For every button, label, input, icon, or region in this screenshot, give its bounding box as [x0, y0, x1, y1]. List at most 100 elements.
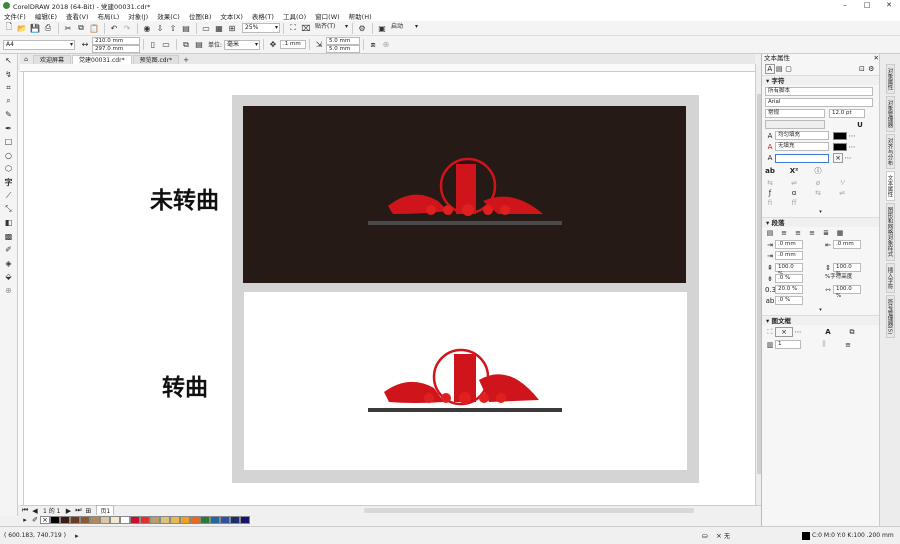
menu-tools[interactable]: 工具(O) — [283, 11, 306, 21]
horizontal-scrollbar[interactable] — [364, 508, 695, 513]
menu-window[interactable]: 窗口(W) — [315, 11, 340, 21]
color-swatch[interactable] — [200, 516, 210, 524]
horizontal-ruler[interactable] — [20, 64, 755, 72]
opentype-icon-4[interactable]: ⅟ — [837, 179, 847, 187]
ellipse-tool-icon[interactable]: ○ — [2, 149, 16, 162]
palette-left-arrow-icon[interactable]: ▸ — [20, 516, 30, 524]
paragraph-mode-icon[interactable]: ▤ — [775, 65, 784, 73]
interactive-fill-icon[interactable]: ◈ — [2, 257, 16, 270]
font-style-select[interactable]: 常规 — [765, 109, 825, 118]
crop-tool-icon[interactable]: ⌗ — [2, 81, 16, 94]
unit-select[interactable]: 毫米 — [224, 39, 261, 50]
smart-fill-icon[interactable]: ⬙ — [2, 270, 16, 283]
light-artwork-panel[interactable] — [244, 292, 687, 470]
open-folder-icon[interactable]: 📂 — [16, 23, 28, 34]
maximize-button[interactable]: □ — [856, 0, 878, 11]
opentype-icon-6[interactable]: ɑ — [789, 189, 799, 197]
first-line-indent-input[interactable]: .0 mm — [833, 240, 861, 249]
color-swatch[interactable] — [240, 516, 250, 524]
color-swatch[interactable] — [80, 516, 90, 524]
rulers-icon[interactable]: ▦ — [213, 23, 225, 34]
first-page-icon[interactable]: ⏮ — [20, 506, 30, 515]
page-as-object-icon[interactable]: ⧈ — [367, 39, 379, 50]
background-fill-type-select[interactable]: 无填充 — [775, 142, 829, 151]
docker-settings-icon[interactable]: ⚙ — [867, 65, 876, 73]
dark-artwork-panel[interactable] — [243, 106, 686, 283]
color-swatch[interactable] — [60, 516, 70, 524]
launch-icon[interactable]: ▣ — [376, 23, 388, 34]
color-swatch[interactable] — [190, 516, 200, 524]
para-section-header[interactable]: ▾ 段落 — [762, 217, 879, 227]
page-size-select[interactable]: A4 — [3, 39, 75, 50]
zoom-level-select[interactable]: 25% — [242, 23, 280, 33]
before-spacing-input[interactable]: 100.0 % — [775, 263, 803, 277]
char-section-header[interactable]: ▾ 字符 — [762, 75, 879, 85]
eyedropper-icon[interactable]: ✐ — [2, 243, 16, 256]
ligatures-icon[interactable]: ab — [765, 167, 775, 175]
side-tab-object-manager[interactable]: 对象管理器 — [885, 96, 895, 132]
color-swatch[interactable] — [100, 516, 110, 524]
color-swatch[interactable] — [50, 516, 60, 524]
text-fill-swatch[interactable] — [833, 131, 847, 140]
font-size-input[interactable]: 12.0 pt — [829, 109, 865, 118]
menu-bitmaps[interactable]: 位图(B) — [189, 11, 212, 21]
underline-icon[interactable]: U — [855, 121, 865, 129]
print-icon[interactable]: ⎙ — [42, 23, 54, 34]
add-tool-icon[interactable]: ⊕ — [2, 284, 16, 297]
vertical-align-icon[interactable]: ≡ — [843, 341, 853, 349]
add-tab-icon[interactable]: + — [180, 55, 192, 64]
undo-icon[interactable]: ↶ — [108, 23, 120, 34]
right-indent-input[interactable]: .0 mm — [775, 251, 803, 260]
color-swatch[interactable] — [230, 516, 240, 524]
next-page-icon[interactable]: ▶ — [63, 507, 73, 515]
save-icon[interactable]: 💾 — [29, 23, 41, 34]
paste-icon[interactable]: 📋 — [88, 23, 100, 34]
opentype-icon-9[interactable]: fi — [765, 199, 775, 207]
language-spacing-input[interactable]: 20.0 % — [775, 285, 803, 294]
rectangle-tool-icon[interactable]: □ — [2, 135, 16, 148]
polygon-tool-icon[interactable]: ⬡ — [2, 162, 16, 175]
align-justify-icon[interactable]: ≣ — [821, 229, 831, 237]
options-gear-icon[interactable]: ⚙ — [356, 23, 368, 34]
docker-options-icon[interactable]: ⊡ — [857, 65, 866, 73]
character-mode-icon[interactable]: A — [765, 64, 775, 74]
align-force-icon[interactable]: ▦ — [835, 229, 845, 237]
left-indent-input[interactable]: .0 mm — [775, 240, 803, 249]
label-converted[interactable]: 转曲 — [162, 368, 208, 402]
page-width-input[interactable]: 210.0 mm — [92, 36, 140, 45]
frame-wrap-icon[interactable]: ⧉ — [847, 328, 857, 337]
menu-text[interactable]: 文本(X) — [220, 11, 243, 21]
menu-view[interactable]: 查看(V) — [66, 11, 89, 21]
color-swatch[interactable] — [160, 516, 170, 524]
label-not-converted[interactable]: 未转曲 — [150, 181, 219, 215]
frame-section-header[interactable]: ▾ 图文框 — [762, 315, 879, 325]
export-icon[interactable]: ⇧ — [167, 23, 179, 34]
align-none-icon[interactable]: ▤ — [765, 229, 775, 237]
color-swatch[interactable] — [170, 516, 180, 524]
opentype-icon-2[interactable]: ⇌ — [789, 179, 799, 187]
menu-help[interactable]: 帮助(H) — [349, 11, 372, 21]
menu-file[interactable]: 文件(F) — [4, 11, 26, 21]
align-right-icon[interactable]: ≡ — [807, 229, 817, 237]
color-swatch[interactable] — [150, 516, 160, 524]
menu-table[interactable]: 表格(T) — [252, 11, 274, 21]
duplicate-y-input[interactable]: 5.0 mm — [326, 44, 361, 53]
menu-object[interactable]: 对象(J) — [128, 11, 148, 21]
copy-icon[interactable]: ⧉ — [75, 23, 87, 34]
current-page-icon[interactable]: ▤ — [193, 39, 205, 50]
snap-to-select[interactable]: 贴齐(T) — [313, 23, 349, 33]
frame-text-icon[interactable]: A — [823, 328, 833, 336]
background-fill-settings-icon[interactable]: ⋯ — [847, 143, 857, 151]
menu-effects[interactable]: 效果(C) — [157, 11, 180, 21]
parallel-dimension-icon[interactable]: ⟋ — [2, 189, 16, 202]
align-center-icon[interactable]: ≡ — [793, 229, 803, 237]
tabs-home-icon[interactable]: ⌂ — [20, 55, 32, 64]
publish-pdf-icon[interactable]: ▤ — [180, 23, 192, 34]
side-tab-insert-character[interactable]: 插入字符 — [885, 262, 895, 293]
text-fill-settings-icon[interactable]: ⋯ — [847, 132, 857, 140]
shape-tool-icon[interactable]: ↯ — [2, 68, 16, 81]
close-button[interactable]: ✕ — [878, 0, 900, 11]
script-select[interactable]: 所有脚本 — [765, 87, 873, 96]
color-swatch[interactable] — [130, 516, 140, 524]
color-swatch[interactable] — [110, 516, 120, 524]
